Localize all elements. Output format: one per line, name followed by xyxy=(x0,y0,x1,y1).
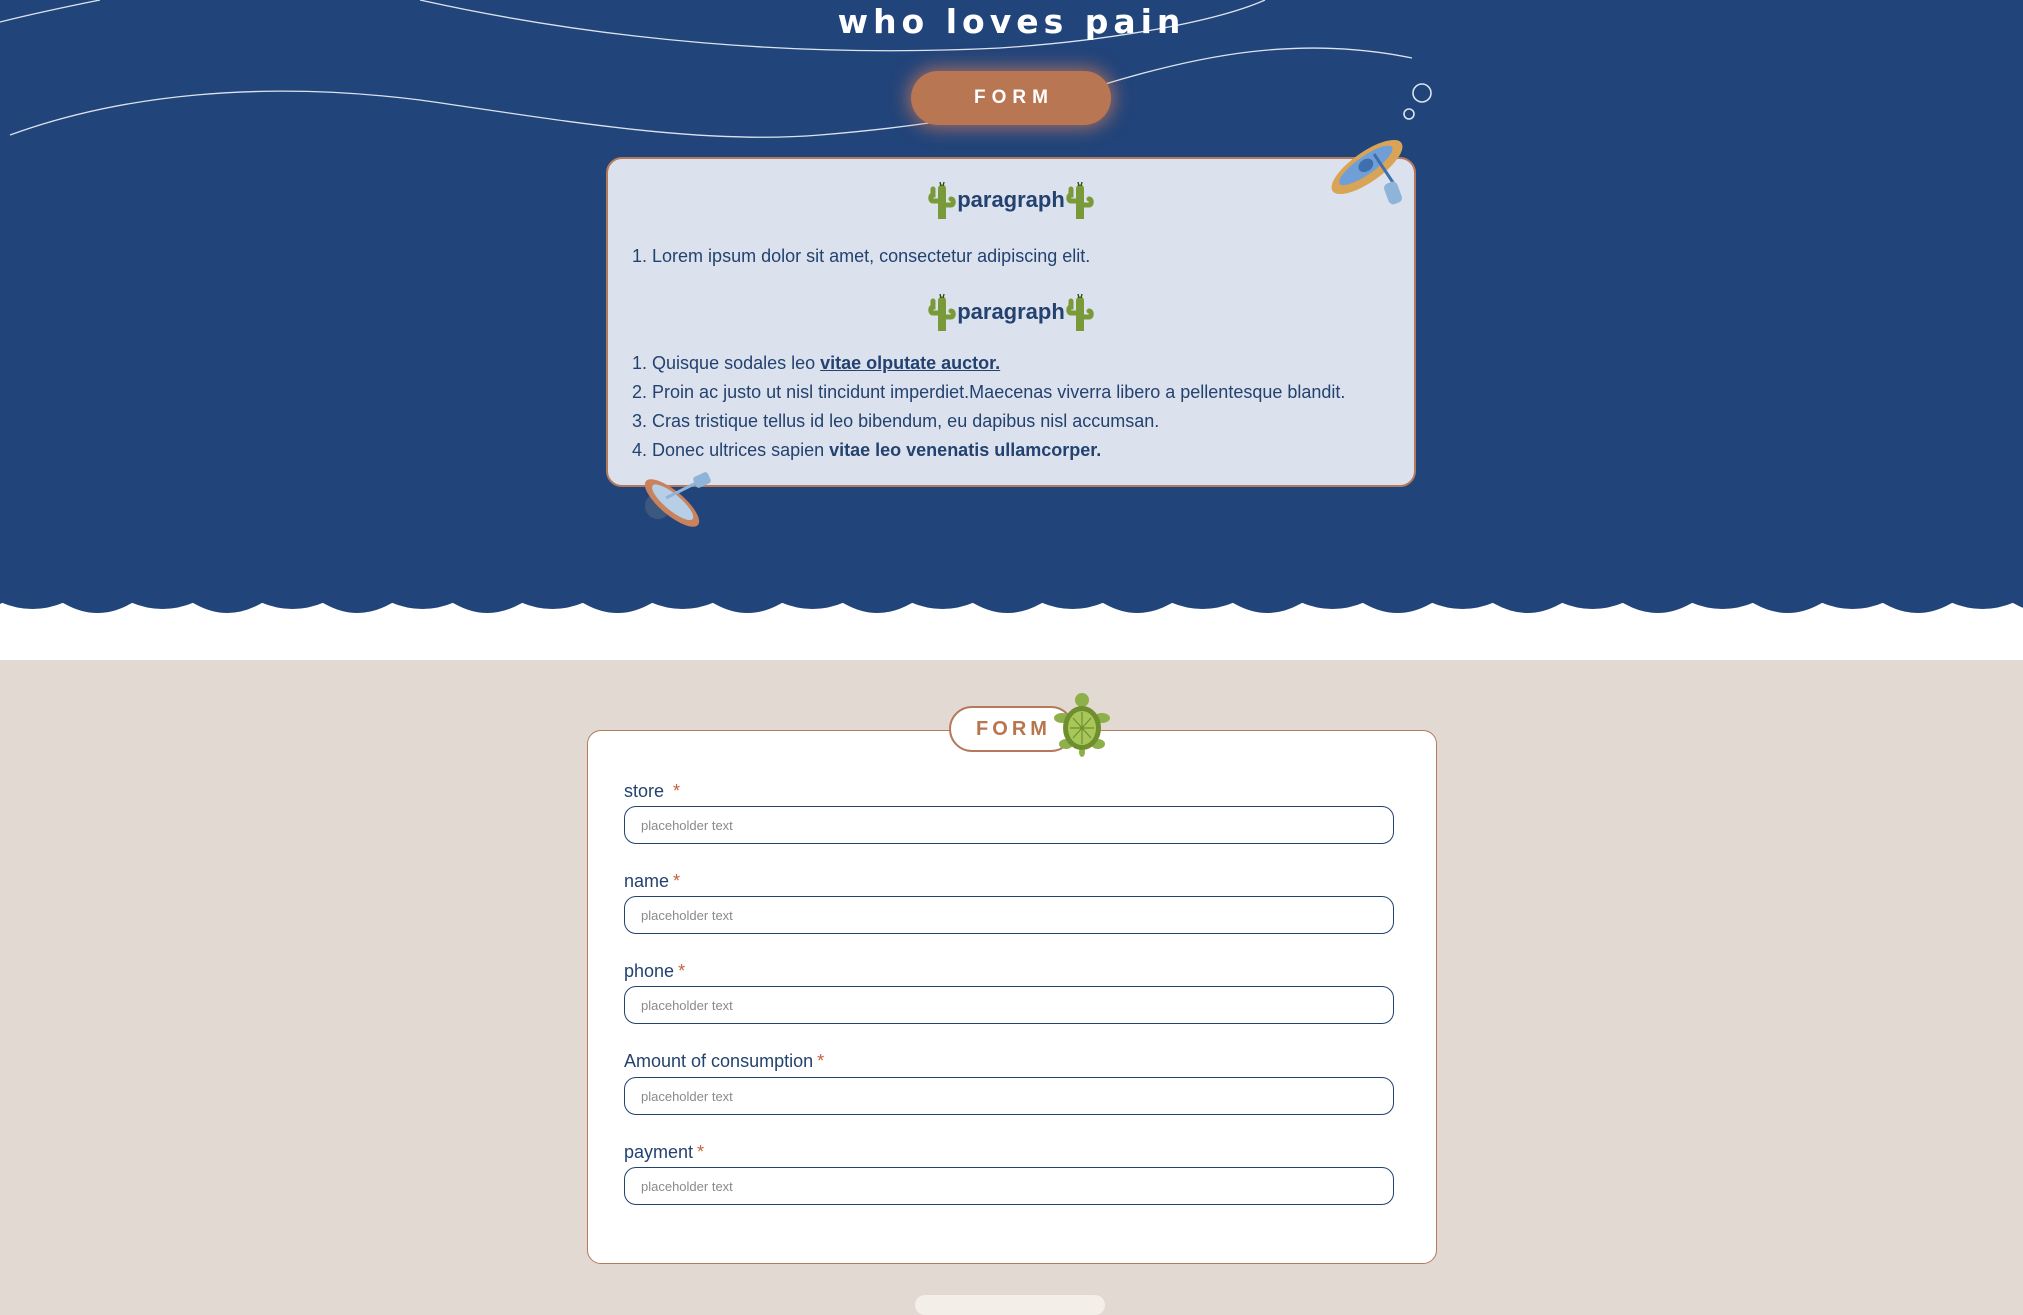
info-card: paragraph 1. Lorem ipsum dolor sit amet,… xyxy=(606,157,1416,487)
list-item: 2. Proin ac justo ut nisl tincidunt impe… xyxy=(632,382,1346,402)
link-text[interactable]: vitae olputate auctor. xyxy=(820,353,1000,373)
turtle-icon xyxy=(1054,693,1110,757)
cactus-icon xyxy=(928,181,956,219)
canoe-icon xyxy=(644,472,711,527)
wave-divider xyxy=(0,580,2023,660)
phone-input[interactable] xyxy=(624,986,1394,1024)
payment-label: payment * xyxy=(624,1142,705,1162)
section-title: paragraph xyxy=(957,187,1065,212)
section-heading: paragraph xyxy=(608,291,1414,333)
amount-input[interactable] xyxy=(624,1077,1394,1115)
canoe-icon xyxy=(1331,139,1403,205)
form-button[interactable]: FORM xyxy=(911,71,1111,125)
bold-text: vitae leo venenatis ullamcorper. xyxy=(829,440,1102,460)
section-heading: paragraph xyxy=(608,179,1414,221)
list-item: 1. Lorem ipsum dolor sit amet, consectet… xyxy=(632,246,1091,266)
cactus-icon xyxy=(928,293,956,331)
name-input[interactable] xyxy=(624,896,1394,934)
site-title: who loves pain xyxy=(837,2,1186,41)
bottom-pill xyxy=(915,1295,1105,1315)
list-item: 1. Quisque sodales leo vitae olputate au… xyxy=(632,353,1001,373)
store-input[interactable] xyxy=(624,806,1394,844)
section-title: paragraph xyxy=(957,299,1065,324)
phone-label: phone * xyxy=(624,961,686,981)
cactus-icon xyxy=(1066,181,1094,219)
cactus-icon xyxy=(1066,293,1094,331)
paragraph-list: 1. Lorem ipsum dolor sit amet, consectet… xyxy=(632,242,1090,271)
list-item: 3. Cras tristique tellus id leo bibendum… xyxy=(632,411,1160,431)
name-label: name * xyxy=(624,871,681,891)
bubble-icon xyxy=(1403,83,1432,120)
list-item: 4. Donec ultrices sapien vitae leo venen… xyxy=(632,440,1102,460)
payment-input[interactable] xyxy=(624,1167,1394,1205)
store-label: store * xyxy=(624,781,681,801)
paragraph-list: 1. Quisque sodales leo vitae olputate au… xyxy=(632,349,1345,465)
amount-label: Amount of consumption * xyxy=(624,1051,825,1071)
